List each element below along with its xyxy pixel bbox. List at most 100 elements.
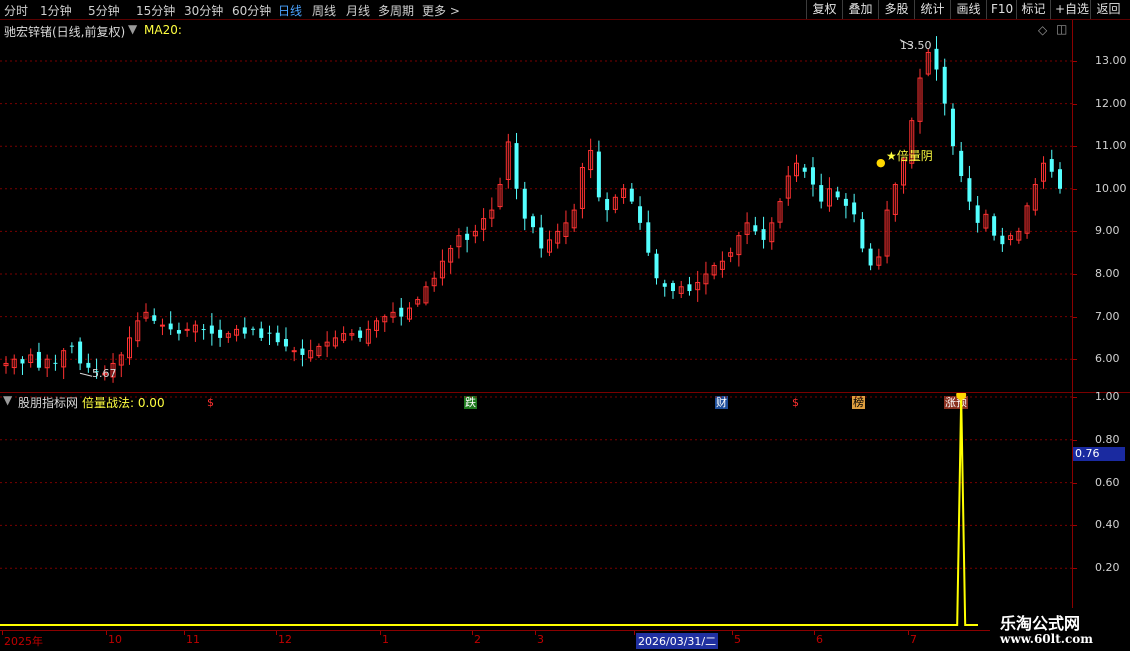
ma20-label: MA20: bbox=[144, 23, 182, 37]
candle-body bbox=[975, 205, 980, 223]
date-tick-label: 12 bbox=[278, 633, 292, 646]
tab-multi-period[interactable]: 多周期 bbox=[378, 2, 414, 19]
date-tick bbox=[814, 631, 815, 635]
indicator-menu-icon[interactable]: ▼ bbox=[3, 393, 12, 407]
candle-body bbox=[291, 350, 297, 353]
tab-60min[interactable]: 60分钟 bbox=[232, 2, 271, 19]
candle-body bbox=[761, 229, 766, 240]
indicator-tick bbox=[1073, 397, 1077, 398]
candle-body bbox=[638, 206, 643, 223]
candle-body bbox=[358, 330, 363, 338]
price-tick-label: 11.00 bbox=[1095, 139, 1127, 153]
candle-body bbox=[654, 253, 659, 279]
date-tick bbox=[106, 631, 107, 635]
price-tick bbox=[1073, 61, 1077, 62]
candle-body bbox=[86, 362, 91, 368]
add-watchlist-button[interactable]: +自选 bbox=[1050, 0, 1090, 19]
date-tick bbox=[908, 631, 909, 635]
tab-more[interactable]: 更多 > bbox=[422, 2, 460, 19]
candle-body bbox=[934, 48, 939, 70]
price-tick bbox=[1073, 274, 1077, 275]
candle-body bbox=[152, 315, 157, 321]
date-tick bbox=[184, 631, 185, 635]
top-toolbar: 分时 1分钟 5分钟 15分钟 30分钟 60分钟 日线 周线 月线 多周期 更… bbox=[0, 0, 1130, 20]
price-tick-label: 10.00 bbox=[1095, 181, 1127, 195]
candle-body bbox=[209, 325, 214, 334]
mark-button[interactable]: 标记 bbox=[1016, 0, 1050, 19]
date-tick-label: 2026/03/31/二 bbox=[636, 633, 719, 649]
date-tick bbox=[472, 631, 473, 635]
candle-body bbox=[942, 66, 947, 104]
candle-body bbox=[531, 216, 535, 228]
candle-body bbox=[176, 330, 181, 334]
money-bag-icon: ● bbox=[876, 156, 886, 169]
candle-body bbox=[36, 351, 41, 368]
candle-body bbox=[670, 283, 675, 292]
indicator-tick-label: 0.60 bbox=[1095, 475, 1120, 489]
indicator-tick bbox=[1073, 482, 1077, 484]
draw-line-button[interactable]: 画线 bbox=[950, 0, 986, 19]
date-tick bbox=[732, 631, 733, 635]
date-tick-label: 5 bbox=[734, 633, 741, 646]
candle-body bbox=[753, 225, 758, 232]
low-price-label: 5.67 bbox=[92, 367, 117, 380]
date-tick-label: 2025年 bbox=[4, 635, 43, 648]
tab-daily[interactable]: 日线 bbox=[278, 2, 302, 19]
candle-body bbox=[687, 284, 692, 292]
indicator-tick bbox=[1073, 568, 1077, 570]
f10-button[interactable]: F10 bbox=[986, 0, 1016, 19]
statistics-button[interactable]: 统计 bbox=[914, 0, 950, 19]
candle-body bbox=[868, 248, 873, 266]
watermark-name: 乐淘公式网 bbox=[1000, 614, 1081, 633]
candle-body bbox=[1000, 235, 1005, 245]
indicator-value: 倍量战法: 0.00 bbox=[82, 396, 165, 410]
price-tick bbox=[1073, 188, 1077, 190]
indicator-tick-label: 0.20 bbox=[1095, 561, 1120, 575]
candle-body bbox=[259, 328, 264, 338]
candle-body bbox=[605, 198, 610, 211]
candle-body bbox=[53, 362, 58, 364]
tab-monthly[interactable]: 月线 bbox=[346, 2, 370, 19]
tab-30min[interactable]: 30分钟 bbox=[184, 2, 223, 19]
candle-body bbox=[514, 143, 519, 189]
panel-window-icon[interactable]: ◫ bbox=[1056, 22, 1067, 36]
candle-body bbox=[283, 339, 288, 347]
tab-15min[interactable]: 15分钟 bbox=[136, 2, 175, 19]
candlestick-panel[interactable]: 驰宏锌锗(日线,前复权) ▼ MA20: ◇ ◫ 13.50 5.67 ★倍量阴… bbox=[0, 20, 1072, 409]
candle-body bbox=[852, 202, 857, 215]
overlay-button[interactable]: 叠加 bbox=[842, 0, 878, 19]
multi-stock-button[interactable]: 多股 bbox=[878, 0, 914, 19]
tab-1min[interactable]: 1分钟 bbox=[40, 2, 72, 19]
candle-body bbox=[819, 185, 824, 202]
candle-body bbox=[168, 323, 173, 330]
indicator-axis: 0.76 1.00 0.80 0.60 0.40 0.20 bbox=[1072, 390, 1130, 631]
date-tick bbox=[380, 631, 381, 635]
price-tick bbox=[1073, 316, 1077, 318]
candle-body bbox=[596, 151, 601, 198]
tab-weekly[interactable]: 周线 bbox=[312, 2, 336, 19]
indicator-panel[interactable]: ▼ 股朋指标网 倍量战法: 0.00 bbox=[0, 392, 1072, 631]
date-tick-label: 1 bbox=[382, 633, 389, 646]
restore-rights-button[interactable]: 复权 bbox=[806, 0, 842, 19]
tab-timeshare[interactable]: 分时 bbox=[4, 2, 28, 19]
back-button[interactable]: 返回 bbox=[1090, 0, 1126, 19]
price-tick-label: 6.00 bbox=[1095, 352, 1120, 366]
indicator-tick-label: 1.00 bbox=[1095, 390, 1120, 403]
indicator-chart bbox=[0, 393, 1072, 626]
date-tick bbox=[535, 631, 536, 635]
candle-body bbox=[78, 341, 83, 364]
candle-body bbox=[522, 188, 527, 219]
indicator-tick-label: 0.80 bbox=[1095, 432, 1120, 446]
date-tick-label: 10 bbox=[108, 633, 122, 646]
date-tick-label: 2 bbox=[474, 633, 481, 646]
candle-body bbox=[539, 227, 544, 249]
candle-body bbox=[967, 178, 972, 202]
tab-5min[interactable]: 5分钟 bbox=[88, 2, 120, 19]
price-tick bbox=[1073, 359, 1077, 361]
indicator-toggle-icon[interactable]: ▼ bbox=[128, 22, 137, 36]
candle-body bbox=[802, 167, 807, 172]
diamond-icon[interactable]: ◇ bbox=[1038, 23, 1047, 37]
date-tick-label: 6 bbox=[816, 633, 823, 646]
candle-body bbox=[218, 329, 223, 338]
price-tick-label: 13.00 bbox=[1095, 54, 1127, 67]
